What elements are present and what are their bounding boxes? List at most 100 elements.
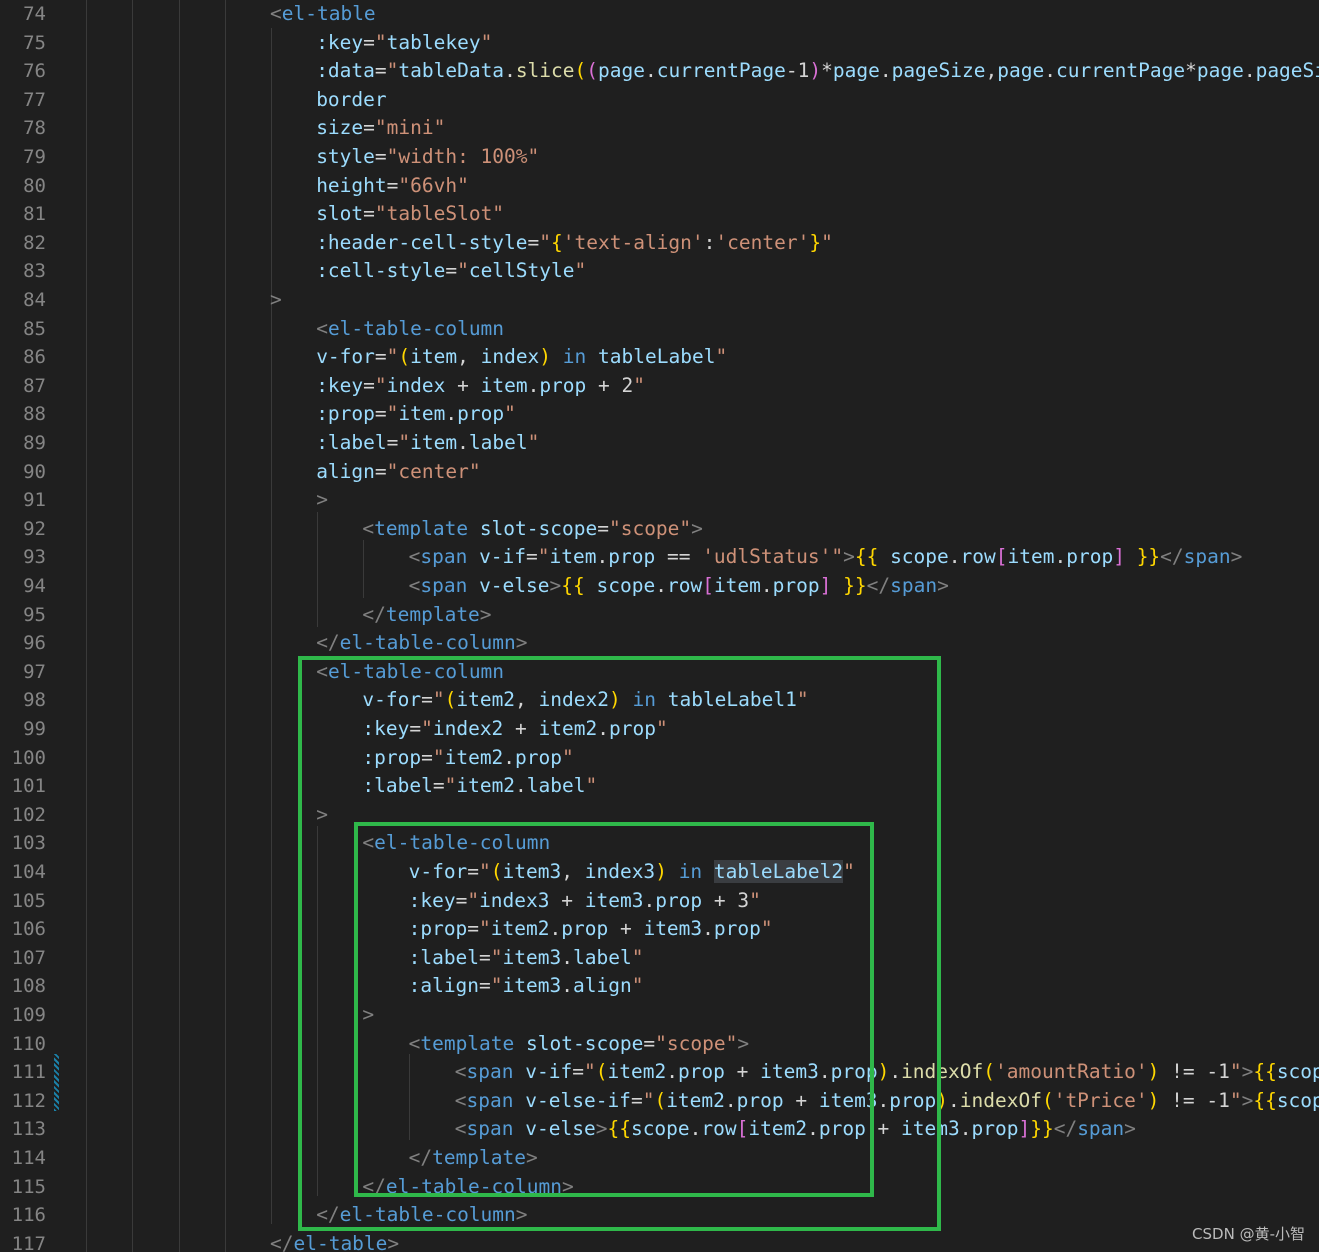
code-line[interactable]: 83 :cell-style="cellStyle": [0, 257, 1319, 286]
code-token: :prop: [316, 402, 375, 426]
code-line[interactable]: 76:data="tableData.slice((page.currentPa…: [0, 57, 1319, 86]
code-line[interactable]: 84 >: [0, 286, 1319, 315]
code-editor[interactable]: 74 <el-table 75:key="tablekey" 76:data="tab…: [0, 0, 1319, 1252]
code-line[interactable]: 82:header-cell-style="{'text-align':'cen…: [0, 229, 1319, 258]
code-line[interactable]: 96 </el-table-column>: [0, 629, 1319, 658]
code-token: (: [983, 1060, 995, 1084]
line-number: 83: [23, 260, 46, 283]
code-token: border: [316, 87, 387, 111]
line-number: 100: [11, 746, 46, 769]
code-token: >: [270, 288, 282, 311]
code-token: </: [866, 574, 891, 597]
code-token: :label: [316, 431, 387, 454]
code-token: item: [410, 431, 458, 454]
code-text: :data="tableData.slice((page.currentPage…: [316, 57, 1319, 86]
code-token: =: [527, 230, 540, 254]
line-number: 79: [23, 146, 46, 168]
line-number: 91: [23, 489, 46, 512]
code-token: 'center': [715, 230, 810, 254]
code-line[interactable]: 95 </template>: [0, 601, 1319, 630]
code-token: =: [526, 545, 538, 569]
code-line[interactable]: 93 <span v-if="item.prop == 'udlStatus'">…: [0, 543, 1319, 572]
code-token: </: [270, 1231, 294, 1252]
code-line[interactable]: 89:label="item.label": [0, 429, 1319, 458]
code-line[interactable]: 74 <el-table: [0, 0, 1319, 29]
line-number: 101: [11, 775, 46, 798]
code-token: 'tPrice': [1053, 1088, 1148, 1112]
code-token: != -1: [1159, 1088, 1230, 1112]
code-token: page: [832, 59, 880, 83]
code-token: <: [316, 316, 328, 340]
code-token: >: [1241, 1060, 1254, 1084]
code-token: row: [960, 545, 996, 569]
code-line[interactable]: 75:key="tablekey": [0, 29, 1319, 58]
code-line[interactable]: 77 border: [0, 86, 1319, 115]
code-line[interactable]: 80 height="66vh": [0, 172, 1319, 201]
code-text: :key="tablekey": [316, 29, 492, 58]
code-token: }}: [1136, 545, 1161, 569]
code-text: :cell-style="cellStyle": [316, 257, 586, 286]
code-token: item: [480, 373, 528, 397]
code-token: ": [831, 545, 844, 569]
code-token: =: [374, 459, 387, 483]
code-token: label: [468, 431, 528, 454]
code-token: template: [374, 516, 469, 540]
code-token: currentPage: [656, 59, 786, 83]
code-line[interactable]: 86 v-for="(item, index) in tableLabel": [0, 343, 1319, 372]
code-token: slot-scope: [479, 516, 598, 540]
code-line[interactable]: 92 <template slot-scope="scope">: [0, 515, 1319, 544]
code-line[interactable]: 94 <span v-else>{{ scope.row[item.prop] }…: [0, 572, 1319, 601]
code-token: ]: [1018, 1117, 1031, 1141]
line-number: 84: [23, 289, 46, 311]
code-line[interactable]: 78 size="mini": [0, 114, 1319, 143]
code-token: ": [527, 431, 540, 454]
code-token: >: [316, 488, 328, 512]
code-token: el-table: [281, 2, 376, 25]
line-number: 80: [23, 174, 46, 197]
code-token: template: [385, 602, 480, 626]
code-token: =: [386, 431, 399, 454]
line-number: 96: [23, 632, 46, 655]
code-token: >: [691, 516, 703, 540]
code-token: .: [655, 574, 667, 597]
code-token: *: [821, 59, 833, 83]
code-token: span: [890, 574, 938, 597]
line-number: 93: [23, 546, 46, 569]
code-line[interactable]: 90 align="center": [0, 458, 1319, 487]
code-token: index: [386, 373, 446, 397]
code-token: "tableSlot": [374, 202, 505, 226]
code-line[interactable]: 85 <el-table-column: [0, 315, 1319, 344]
code-token: row: [666, 574, 703, 597]
code-token: indexOf: [959, 1088, 1042, 1112]
code-token: ): [539, 345, 552, 369]
code-token: =: [374, 145, 387, 168]
code-token: ": [374, 30, 387, 54]
code-token: .: [959, 1117, 972, 1141]
line-number: 95: [23, 603, 46, 626]
code-token: in: [562, 345, 587, 369]
line-number: 98: [23, 689, 46, 712]
code-line[interactable]: 88:prop="item.prop": [0, 400, 1319, 429]
code-text: height="66vh": [316, 172, 469, 201]
code-line[interactable]: 81 slot="tableSlot": [0, 200, 1319, 229]
line-number: 117: [11, 1232, 46, 1252]
code-token: >: [937, 574, 949, 597]
code-token: -1: [785, 59, 810, 83]
code-token: ": [715, 345, 728, 369]
code-text: <el-table-column: [316, 315, 504, 344]
code-token: <: [408, 574, 421, 597]
code-line[interactable]: 117 </el-table>: [0, 1230, 1319, 1252]
line-number: 97: [23, 660, 46, 683]
code-text: >: [270, 286, 282, 315]
code-token: </: [1053, 1117, 1078, 1141]
code-line[interactable]: 87:key="index + item.prop + 2": [0, 372, 1319, 401]
code-line[interactable]: 79 style="width: 100%": [0, 143, 1319, 172]
code-token: el-table: [293, 1231, 388, 1252]
code-token: .: [1044, 59, 1056, 83]
line-number: 74: [23, 3, 46, 25]
code-line[interactable]: 91 >: [0, 486, 1319, 515]
code-token: }: [809, 230, 822, 254]
